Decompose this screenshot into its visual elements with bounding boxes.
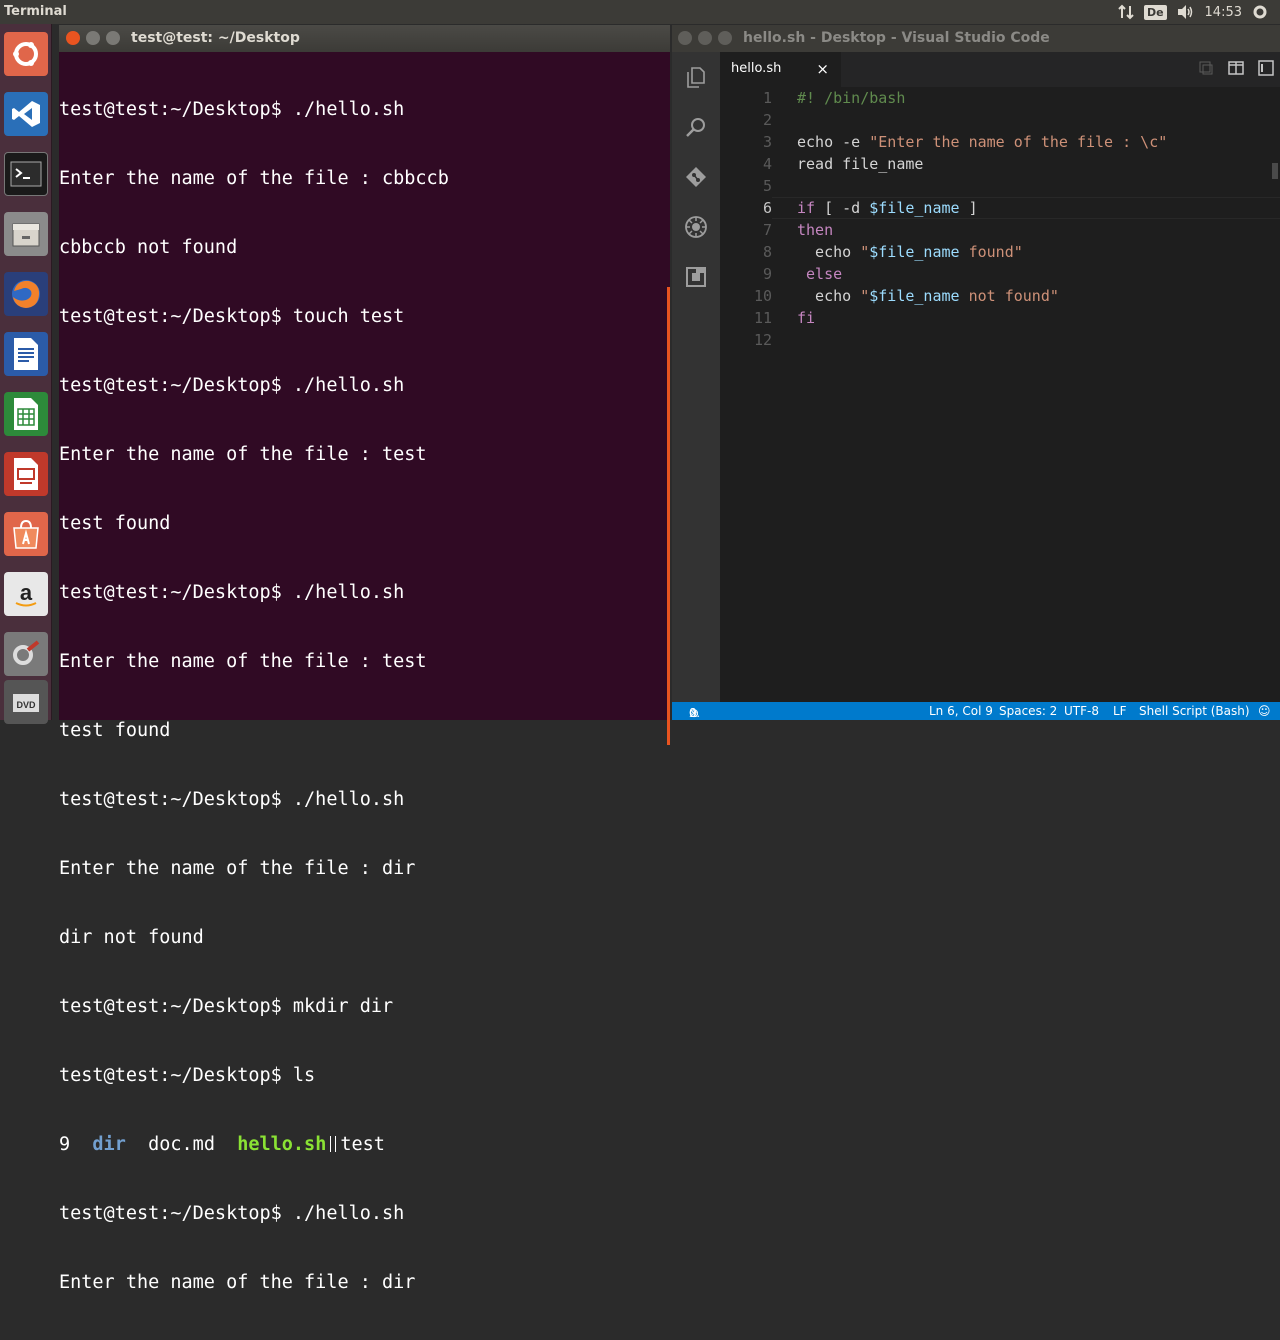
editor-actions — [1198, 52, 1274, 87]
terminal-scrollbar[interactable] — [667, 287, 670, 745]
code-line: then — [797, 221, 834, 239]
settings-gear-icon[interactable] — [1252, 4, 1268, 20]
system-tray: De 14:53 — [1118, 0, 1280, 24]
vscode-window-title: hello.sh - Desktop - Visual Studio Code — [743, 30, 1050, 46]
maximize-window-button[interactable] — [718, 31, 732, 45]
terminal-window[interactable]: test@test: ~/Desktop test@test:~/Desktop… — [59, 25, 670, 1293]
terminal-line: dir not found — [59, 927, 204, 948]
libreoffice-writer-icon[interactable] — [4, 332, 48, 376]
terminal-line: test@test:~/Desktop$ ./hello.sh — [59, 99, 405, 120]
amazon-icon[interactable]: a — [4, 572, 48, 616]
encoding-setting[interactable]: UTF-8 — [1064, 704, 1099, 718]
code-line: #! /bin/bash — [797, 89, 906, 107]
overview-ruler[interactable] — [1272, 163, 1278, 179]
status-bar: ⊗ 0 ⚠ 0 Ln 6, Col 9 Spaces: 2 UTF-8 LF S… — [672, 702, 1280, 720]
top-panel: Terminal De 14:53 — [0, 0, 1280, 24]
terminal-line: Enter the name of the file : test — [59, 444, 427, 465]
libreoffice-impress-icon[interactable] — [4, 452, 48, 496]
terminal-line: cbbccb not found — [59, 237, 238, 258]
files-launcher-icon[interactable] — [4, 212, 48, 256]
code-line: echo "$file_name not found" — [797, 287, 1059, 305]
code-editor[interactable]: 1 2 3 4 5 6 7 8 9 10 11 12 #! /bin/bash … — [720, 87, 1280, 702]
text-cursor-icon — [330, 1136, 337, 1152]
close-window-button[interactable] — [66, 31, 80, 45]
split-editor-icon[interactable] — [1228, 60, 1244, 80]
search-icon[interactable] — [684, 115, 708, 139]
indentation-setting[interactable]: Spaces: 2 — [999, 704, 1057, 718]
firefox-launcher-icon[interactable] — [4, 272, 48, 316]
open-changes-icon[interactable] — [1198, 60, 1214, 80]
terminal-output[interactable]: test@test:~/Desktop$ ./hello.sh Enter th… — [59, 52, 670, 1293]
maximize-window-button[interactable] — [106, 31, 120, 45]
unity-launcher: a DVD — [0, 24, 52, 724]
debug-icon[interactable] — [684, 215, 708, 239]
terminal-line: test@test:~/Desktop$ ./hello.sh — [59, 582, 405, 603]
close-tab-icon[interactable]: × — [816, 60, 829, 78]
terminal-window-title: test@test: ~/Desktop — [131, 30, 300, 46]
terminal-line: Enter the name of the file : test — [59, 651, 427, 672]
terminal-line: Enter the name of the file : dir — [59, 858, 416, 879]
terminal-titlebar[interactable]: test@test: ~/Desktop — [59, 25, 670, 52]
ls-output-line: 9 dir doc.md hello.sh test — [59, 1134, 385, 1155]
minimize-window-button[interactable] — [698, 31, 712, 45]
terminal-line: Enter the name of the file : cbbccb — [59, 168, 449, 189]
activity-bar — [672, 52, 720, 702]
code-line: read file_name — [797, 155, 924, 173]
terminal-line: test found — [59, 720, 171, 741]
explorer-icon[interactable] — [684, 65, 708, 89]
dvd-icon[interactable]: DVD — [4, 680, 48, 724]
vscode-titlebar[interactable]: hello.sh - Desktop - Visual Studio Code — [672, 25, 1280, 52]
eol-setting[interactable]: LF — [1113, 704, 1127, 718]
volume-icon[interactable] — [1177, 4, 1195, 20]
svg-text:a: a — [20, 580, 33, 605]
svg-text:DVD: DVD — [16, 700, 36, 710]
editor-tab-bar: hello.sh × — [720, 52, 1280, 87]
ubuntu-dash-icon[interactable] — [4, 32, 48, 76]
extensions-icon[interactable] — [684, 265, 708, 289]
terminal-line: test@test:~/Desktop$ ls — [59, 1065, 316, 1086]
libreoffice-calc-icon[interactable] — [4, 392, 48, 436]
terminal-line: test@test:~/Desktop$ touch test — [59, 306, 405, 327]
terminal-line: test found — [59, 513, 171, 534]
terminal-line: test@test:~/Desktop$ ./hello.sh — [59, 375, 405, 396]
feedback-smiley-icon[interactable]: ☺ — [1258, 704, 1271, 718]
code-line: else — [797, 265, 843, 283]
minimize-window-button[interactable] — [86, 31, 100, 45]
code-line: echo -e "Enter the name of the file : \c… — [797, 133, 1168, 151]
close-window-button[interactable] — [678, 31, 692, 45]
keyboard-layout-indicator[interactable]: De — [1143, 4, 1167, 20]
language-mode[interactable]: Shell Script (Bash) — [1139, 704, 1250, 718]
clock[interactable]: 14:53 — [1205, 5, 1242, 20]
code-content[interactable]: #! /bin/bash echo -e "Enter the name of … — [797, 87, 1167, 351]
cursor-position[interactable]: Ln 6, Col 9 — [929, 704, 993, 718]
line-number-gutter: 1 2 3 4 5 6 7 8 9 10 11 12 — [753, 89, 772, 349]
tab-hello-sh[interactable]: hello.sh × — [720, 52, 841, 87]
terminal-line: test@test:~/Desktop$ ./hello.sh — [59, 1203, 405, 1224]
terminal-launcher-icon[interactable] — [4, 152, 48, 196]
software-center-icon[interactable] — [4, 512, 48, 556]
code-line: if [ -d $file_name ] — [797, 199, 978, 217]
vscode-window[interactable]: hello.sh - Desktop - Visual Studio Code … — [672, 25, 1280, 720]
system-settings-icon[interactable] — [4, 632, 48, 676]
terminal-line: Enter the name of the file : dir — [59, 1272, 416, 1293]
active-app-title: Terminal — [4, 4, 67, 19]
vscode-launcher-icon[interactable] — [4, 92, 48, 136]
source-control-icon[interactable] — [684, 165, 708, 189]
network-icon[interactable] — [1118, 4, 1134, 20]
terminal-line: test@test:~/Desktop$ mkdir dir — [59, 996, 394, 1017]
code-line: echo "$file_name found" — [797, 243, 1023, 261]
code-line: fi — [797, 309, 816, 327]
more-actions-icon[interactable] — [1258, 59, 1274, 80]
terminal-line: test@test:~/Desktop$ ./hello.sh — [59, 789, 405, 810]
